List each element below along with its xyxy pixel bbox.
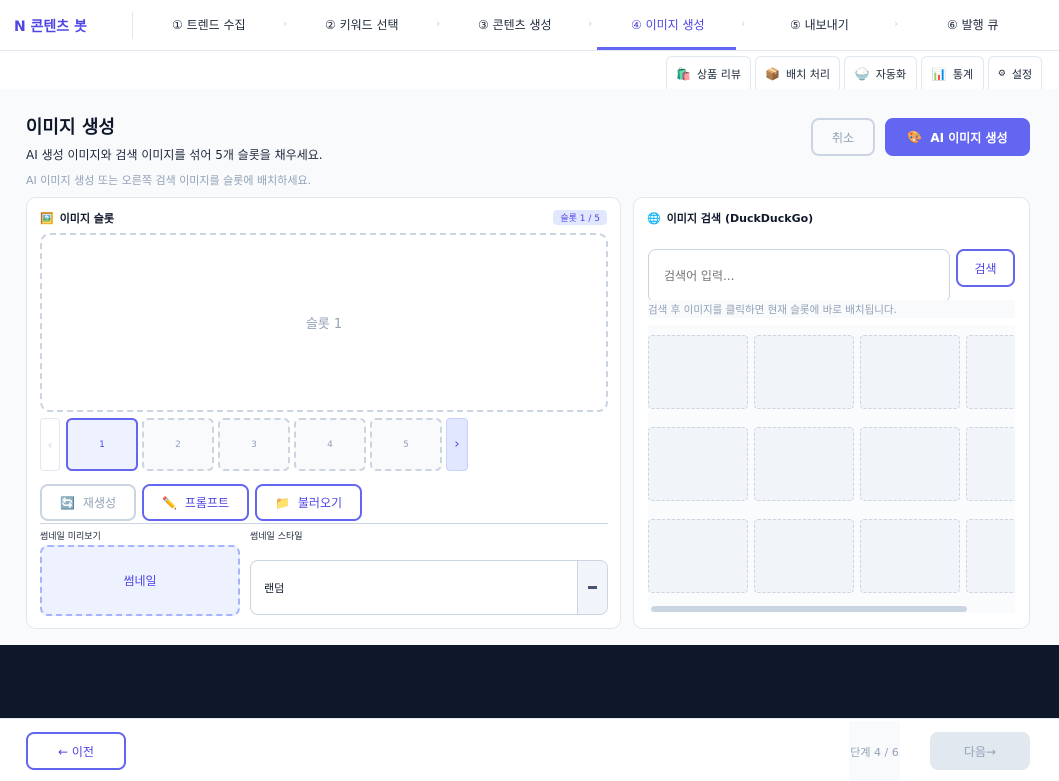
tool-tab-automation[interactable]: 🍚 자동화 bbox=[844, 56, 917, 90]
slot-card-title: 이미지 슬롯 bbox=[59, 212, 115, 225]
step-tab-trend[interactable]: ① 트렌드 수집 bbox=[172, 16, 246, 33]
tool-tab-label: 자동화 bbox=[875, 67, 907, 81]
tool-tab-product-review[interactable]: 🛍️ 상품 리뷰 bbox=[666, 56, 751, 90]
tool-tab-stats[interactable]: 📊 통계 bbox=[921, 56, 984, 90]
thumbnail-style-value: 랜덤 bbox=[264, 581, 285, 595]
regenerate-button[interactable]: 🔄 재생성 bbox=[40, 484, 136, 521]
image-search-card: 🌐 이미지 검색 (DuckDuckGo) 검색 검색 후 이미지를 클릭하면 … bbox=[633, 197, 1030, 629]
step-tab-content[interactable]: ③ 콘텐츠 생성 bbox=[478, 16, 552, 33]
search-button[interactable]: 검색 bbox=[956, 249, 1015, 287]
slot-count-badge: 슬롯 1 / 5 bbox=[553, 210, 607, 225]
step-chevron-icon: › bbox=[588, 17, 593, 30]
step-tab-image[interactable]: ④ 이미지 생성 bbox=[631, 16, 705, 33]
thumbnail-style-label: 썸네일 스타일 bbox=[250, 532, 303, 542]
step-chevron-icon: › bbox=[436, 17, 441, 30]
search-result-tile[interactable] bbox=[648, 427, 748, 501]
ai-generate-button[interactable]: 🎨 AI 이미지 생성 bbox=[885, 118, 1030, 156]
page-subtitle: AI 생성 이미지와 검색 이미지를 섞어 5개 슬롯을 채우세요. bbox=[26, 148, 323, 162]
search-result-tile[interactable] bbox=[966, 427, 1015, 501]
slot-card-header: 🖼️ 이미지 슬롯 bbox=[40, 210, 114, 226]
step-chevron-icon: › bbox=[741, 17, 746, 30]
step-indicator: 단계 4 / 6 bbox=[849, 721, 900, 781]
chevron-right-icon[interactable]: › bbox=[446, 418, 468, 471]
tool-tab-label: 상품 리뷰 bbox=[696, 67, 741, 81]
search-card-header: 🌐 이미지 검색 (DuckDuckGo) bbox=[647, 210, 813, 226]
search-result-tile[interactable] bbox=[860, 519, 960, 593]
slot-thumbnail-row: ‹ 1 2 3 4 5 › bbox=[40, 418, 470, 472]
thumbnail-preview-label: 썸네일 미리보기 bbox=[40, 532, 101, 542]
slot-thumb-4[interactable]: 4 bbox=[294, 418, 366, 471]
search-results-grid[interactable] bbox=[648, 325, 1015, 613]
refresh-icon: 🔄 bbox=[59, 495, 75, 510]
main-panel: 이미지 생성 AI 생성 이미지와 검색 이미지를 섞어 5개 슬롯을 채우세요… bbox=[0, 89, 1059, 645]
tool-tab-batch[interactable]: 📦 배치 처리 bbox=[755, 56, 840, 90]
prompt-label: 프롬프트 bbox=[184, 496, 230, 510]
step-tab-keyword[interactable]: ② 키워드 선택 bbox=[325, 16, 399, 33]
active-slot-dropzone[interactable]: 슬롯 1 bbox=[40, 233, 608, 412]
image-slot-card: 🖼️ 이미지 슬롯 슬롯 1 / 5 슬롯 1 ‹ 1 2 3 4 5 › 🔄 … bbox=[26, 197, 621, 629]
brand-divider bbox=[132, 12, 133, 39]
slot-thumb-5[interactable]: 5 bbox=[370, 418, 442, 471]
regenerate-label: 재생성 bbox=[82, 496, 117, 510]
load-button[interactable]: 📁 불러오기 bbox=[255, 484, 362, 521]
folder-icon: 📁 bbox=[274, 495, 290, 510]
gear-icon: ⚙ bbox=[997, 68, 1006, 79]
slot-thumb-2[interactable]: 2 bbox=[142, 418, 214, 471]
section-divider bbox=[40, 523, 608, 524]
search-result-tile[interactable] bbox=[966, 335, 1015, 409]
shopping-bag-icon: 🛍️ bbox=[676, 66, 691, 81]
palette-icon: 🎨 bbox=[907, 130, 923, 144]
step-tab-publish-queue[interactable]: ⑥ 발행 큐 bbox=[947, 16, 999, 33]
thumbnail-preview[interactable]: 썸네일 bbox=[40, 545, 240, 616]
search-result-tile[interactable] bbox=[754, 427, 854, 501]
chevron-left-icon[interactable]: ‹ bbox=[40, 418, 60, 471]
search-result-tile[interactable] bbox=[648, 519, 748, 593]
load-label: 불러오기 bbox=[297, 496, 343, 510]
slot-thumb-1[interactable]: 1 bbox=[66, 418, 138, 471]
step-tab-export[interactable]: ⑤ 내보내기 bbox=[790, 16, 849, 33]
tool-strip: 🛍️ 상품 리뷰 📦 배치 처리 🍚 자동화 📊 통계 ⚙ 설정 bbox=[0, 51, 1059, 90]
step-chevron-icon: › bbox=[283, 17, 288, 30]
prev-step-button[interactable]: ← 이전 bbox=[26, 732, 126, 770]
package-icon: 📦 bbox=[765, 66, 780, 81]
search-hint: 검색 후 이미지를 클릭하면 현재 슬롯에 바로 배치됩니다. bbox=[648, 300, 1015, 318]
step-chevron-icon: › bbox=[894, 17, 899, 30]
ai-generate-label: AI 이미지 생성 bbox=[930, 130, 1008, 145]
horizontal-scrollbar[interactable] bbox=[651, 606, 967, 612]
bar-chart-icon: 📊 bbox=[931, 66, 947, 81]
cancel-button[interactable]: 취소 bbox=[811, 118, 875, 156]
next-step-button[interactable]: 다음→ bbox=[930, 732, 1030, 770]
tool-tab-settings[interactable]: ⚙ 설정 bbox=[988, 56, 1042, 90]
search-card-title: 이미지 검색 (DuckDuckGo) bbox=[666, 212, 814, 225]
tool-tab-label: 배치 처리 bbox=[785, 67, 830, 81]
search-input[interactable] bbox=[648, 249, 950, 303]
search-result-tile[interactable] bbox=[754, 519, 854, 593]
top-nav: N 콘텐츠 봇 ① 트렌드 수집 › ② 키워드 선택 › ③ 콘텐츠 생성 ›… bbox=[0, 0, 1059, 51]
search-result-tile[interactable] bbox=[860, 335, 960, 409]
active-step-indicator bbox=[597, 47, 736, 50]
footer-bar: ← 이전 단계 4 / 6 다음→ bbox=[0, 718, 1059, 781]
globe-icon: 🌐 bbox=[647, 211, 661, 225]
tool-tab-label: 설정 bbox=[1011, 67, 1033, 81]
thumbnail-style-select[interactable]: 랜덤 bbox=[250, 560, 608, 615]
search-result-tile[interactable] bbox=[966, 519, 1015, 593]
page-title: 이미지 생성 bbox=[26, 117, 116, 138]
page-hint: AI 이미지 생성 또는 오른쪽 검색 이미지를 슬롯에 배치하세요. bbox=[26, 174, 312, 187]
search-result-tile[interactable] bbox=[754, 335, 854, 409]
prompt-button[interactable]: ✏️ 프롬프트 bbox=[142, 484, 249, 521]
brand-logo[interactable]: N 콘텐츠 봇 bbox=[14, 16, 87, 36]
slot-thumb-3[interactable]: 3 bbox=[218, 418, 290, 471]
tool-tab-label: 통계 bbox=[952, 67, 974, 81]
search-result-tile[interactable] bbox=[648, 335, 748, 409]
picture-icon: 🖼️ bbox=[40, 211, 54, 225]
dropdown-toggle-icon[interactable] bbox=[577, 561, 607, 614]
search-result-tile[interactable] bbox=[860, 427, 960, 501]
pencil-icon: ✏️ bbox=[161, 495, 177, 510]
bowl-icon: 🍚 bbox=[854, 66, 870, 81]
